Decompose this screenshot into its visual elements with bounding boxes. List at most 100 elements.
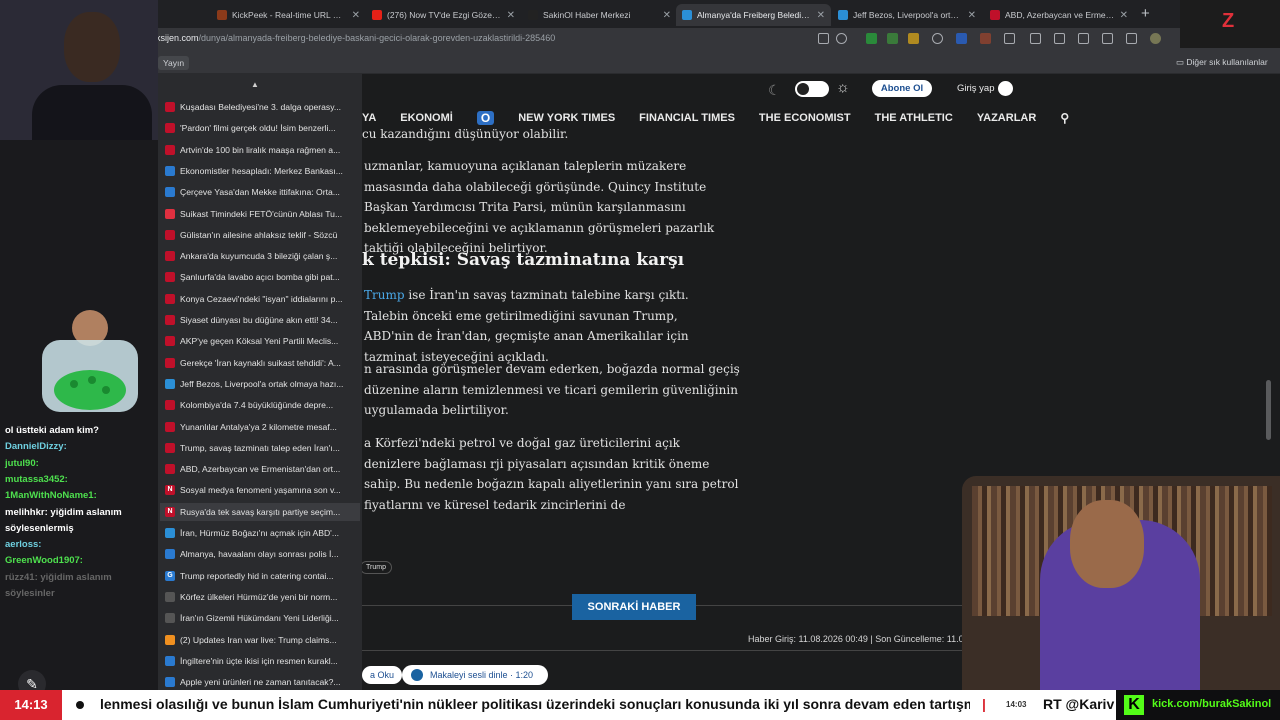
extension-icon[interactable] — [980, 33, 991, 44]
history-item[interactable]: ABD, Azerbaycan ve Ermenistan'dan ort... — [160, 460, 360, 478]
url-field[interactable]: ksijen.com/dunya/almanyada-freiberg-bele… — [156, 33, 806, 47]
sidebar-icon[interactable] — [1030, 33, 1041, 44]
history-item[interactable]: Gülistan'ın ailesine ahlaksız teklif - S… — [160, 226, 360, 244]
chat-message: DannielDizzy: — [5, 441, 67, 452]
nav-item[interactable]: THE ECONOMIST — [759, 112, 851, 124]
history-item[interactable]: Almanya, havaalanı olayı sonrası polis İ… — [160, 545, 360, 563]
history-item[interactable]: Çerçeve Yasa'dan Mekke ittifakına: Orta.… — [160, 183, 360, 201]
close-tab-icon[interactable]: ✕ — [663, 10, 671, 21]
o2-logo-icon[interactable]: O — [476, 111, 495, 125]
bookmark-other-favorites[interactable]: ▭ Diğer sık kullanılanlar — [1176, 57, 1268, 68]
extension-icon[interactable] — [956, 33, 967, 44]
downloads-icon[interactable] — [1126, 33, 1137, 44]
browser-tab[interactable]: Jeff Bezos, Liverpool'a ortak olma ✕ — [832, 4, 982, 26]
history-item[interactable]: N Rusya'da tek savaş karşıtı partiye seçi… — [160, 502, 360, 521]
folder-icon: ▭ — [1176, 57, 1187, 67]
history-item[interactable]: G Trump reportedly hid in catering contai… — [160, 567, 360, 585]
history-item[interactable]: Yunanlılar Antalya'ya 2 kilometre mesaf.… — [160, 418, 360, 436]
search-icon[interactable]: ⚲ — [1060, 111, 1069, 125]
close-tab-icon[interactable]: ✕ — [817, 10, 825, 21]
extension-icon[interactable] — [932, 33, 943, 44]
user-icon[interactable] — [998, 81, 1013, 96]
trump-link[interactable]: Trump — [364, 288, 405, 302]
browser-tab[interactable]: SakinOl Haber Merkezi ✕ — [522, 4, 677, 26]
history-item[interactable]: Artvin'de 100 bin liralık maaşa rağmen a… — [160, 141, 360, 159]
history-item[interactable]: Ankara'da kuyumcuda 3 bileziği çalan ş..… — [160, 247, 360, 265]
avatar[interactable] — [1150, 33, 1161, 44]
history-item[interactable]: N Sosyal medya fenomeni yaşamına son v... — [160, 481, 360, 499]
history-item[interactable]: AKP'ye geçen Köksal Yeni Partili Meclis.… — [160, 332, 360, 350]
browser-tab[interactable]: (276) Now TV'de Ezgi Gözeger ile ✕ — [366, 4, 521, 26]
browser-tab[interactable]: ABD, Azerbaycan ve Ermenistan'd ✕ — [984, 4, 1134, 26]
listen-article-button[interactable]: Makaleyi sesli dinle · 1:20 — [402, 665, 548, 685]
nav-item[interactable]: YA — [362, 112, 376, 124]
nav-item[interactable]: FINANCIAL TIMES — [639, 112, 735, 124]
scroll-up-icon[interactable]: ▲ — [251, 80, 259, 89]
history-item[interactable]: Apple yeni ürünleri ne zaman tanıtacak?.… — [160, 673, 360, 691]
reader-icon[interactable] — [818, 33, 829, 44]
tag-trump[interactable]: Trump — [360, 561, 392, 574]
close-tab-icon[interactable]: ✕ — [507, 10, 515, 21]
nav-item[interactable]: THE ATHLETIC — [875, 112, 953, 124]
history-item-title: Yunanlılar Antalya'ya 2 kilometre mesaf.… — [180, 421, 337, 432]
new-tab-button[interactable]: + — [1141, 5, 1150, 22]
chat-username: rüzz41: — [5, 571, 38, 583]
history-item[interactable]: Konya Cezaevi'ndeki "isyan" iddialarını … — [160, 290, 360, 308]
history-item[interactable]: (2) Updates Iran war live: Trump claims.… — [160, 631, 360, 649]
favicon-icon — [165, 528, 175, 538]
history-item[interactable]: Gerekçe 'İran kaynaklı suikast tehdidi':… — [160, 354, 360, 372]
history-item[interactable]: İran'ın Gizemli Hükümdanı Yeni Liderliği… — [160, 609, 360, 627]
history-item[interactable]: Jeff Bezos, Liverpool'a ortak olmaya haz… — [160, 375, 360, 393]
extension-icon[interactable] — [866, 33, 877, 44]
favicon-icon — [165, 165, 175, 176]
favorites-icon[interactable] — [1078, 33, 1089, 44]
chat-message: aerloss: — [5, 539, 41, 550]
history-item[interactable]: İngiltere'nin üçte ikisi için resmen kur… — [160, 652, 360, 670]
nav-item[interactable]: EKONOMİ — [400, 112, 453, 124]
favicon-icon — [165, 272, 175, 283]
close-tab-icon[interactable]: ✕ — [1120, 10, 1128, 21]
close-tab-icon[interactable]: ✕ — [968, 10, 976, 21]
browser-tab[interactable]: Almanya'da Freiberg Belediye Ba ✕ — [676, 4, 831, 26]
nav-item[interactable]: NEW YORK TIMES — [518, 112, 615, 124]
star-icon[interactable] — [836, 33, 847, 44]
extension-icon[interactable] — [908, 33, 919, 44]
dark-mode-toggle[interactable] — [795, 81, 829, 97]
nav-item[interactable]: YAZARLAR — [977, 112, 1037, 124]
article-text: ise İran'ın savaş tazminatı talebine kar… — [364, 288, 689, 364]
sun-icon[interactable]: ☼ — [836, 79, 850, 96]
history-item[interactable]: Şanlıurfa'da lavabo açıcı bomba gibi pat… — [160, 268, 360, 286]
browser-tab[interactable]: KickPeek - Real-time URL Crawler ✕ — [211, 4, 366, 26]
history-item[interactable]: İran, Hürmüz Boğazı'nı açmak için ABD'..… — [160, 524, 360, 542]
next-article-button[interactable]: SONRAKİ HABER — [572, 594, 696, 620]
moon-icon[interactable]: ☾ — [768, 82, 781, 99]
history-item[interactable]: 'Pardon' filmi gerçek oldu! İsim benzerl… — [160, 119, 360, 137]
heart-icon[interactable] — [1102, 33, 1113, 44]
history-item[interactable]: Siyaset dünyası bu düğüne akın etti! 34.… — [160, 311, 360, 329]
subscribe-button[interactable]: Abone Ol — [872, 80, 932, 97]
puzzle-icon[interactable] — [1004, 33, 1015, 44]
history-item[interactable]: Suikast Timindeki FETÖ'cünün Ablası Tu..… — [160, 205, 360, 223]
chat-username: DannielDizzy: — [5, 441, 67, 453]
page-scrollbar[interactable] — [1266, 380, 1271, 440]
close-tab-icon[interactable]: ✕ — [352, 10, 360, 21]
history-item[interactable]: Kuşadası Belediyesi'ne 3. dalga operasy.… — [160, 98, 360, 116]
tab-title: (276) Now TV'de Ezgi Gözeger ile — [387, 10, 502, 20]
chat-username: aerloss: — [5, 539, 42, 551]
play-icon — [411, 669, 423, 681]
webcam-person-body — [32, 85, 152, 145]
history-item-title: 'Pardon' filmi gerçek oldu! İsim benzerl… — [180, 123, 336, 134]
history-item[interactable]: Kolombiya'da 7.4 büyüklüğünde depre... — [160, 396, 360, 414]
history-item[interactable]: Körfez ülkeleri Hürmüz'de yeni bir norm.… — [160, 588, 360, 606]
login-link[interactable]: Giriş yap — [957, 83, 994, 94]
collections-icon[interactable] — [1054, 33, 1065, 44]
read-button[interactable]: a Oku — [362, 666, 403, 684]
kick-url: kick.com/burakSakinol — [1152, 698, 1272, 710]
bookmark-yayin[interactable]: Yayın — [158, 56, 190, 70]
history-item[interactable]: Ekonomistler hesapladı: Merkez Bankası..… — [160, 162, 360, 180]
history-item[interactable]: Trump, savaş tazminatı talep eden İran'ı… — [160, 439, 360, 457]
favicon-icon — [165, 251, 175, 262]
extension-icon[interactable] — [887, 33, 898, 44]
favicon-icon — [165, 187, 175, 198]
history-item-title: Kuşadası Belediyesi'ne 3. dalga operasy.… — [180, 102, 342, 112]
